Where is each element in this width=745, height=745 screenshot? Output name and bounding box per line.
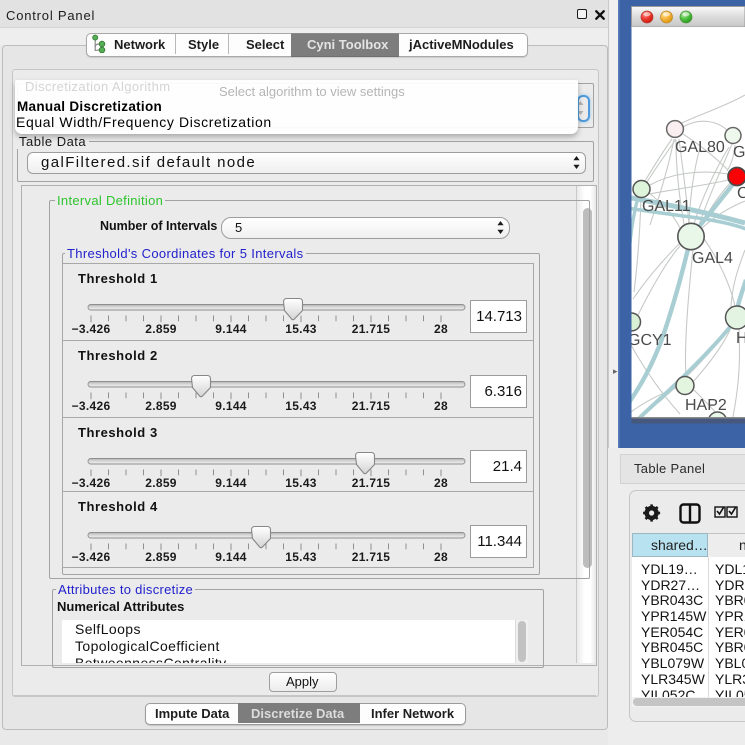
- svg-text:−3.426: −3.426: [72, 322, 111, 336]
- svg-text:2.859: 2.859: [145, 399, 177, 413]
- svg-text:15.43: 15.43: [285, 322, 317, 336]
- svg-text:2.859: 2.859: [145, 322, 177, 336]
- svg-text:21.715: 21.715: [352, 399, 391, 413]
- svg-text:GCY1: GCY1: [628, 332, 672, 349]
- svg-text:15.43: 15.43: [285, 550, 317, 564]
- svg-text:GAL4: GAL4: [692, 250, 733, 267]
- svg-text:H: H: [736, 330, 745, 347]
- svg-text:GAL80: GAL80: [675, 139, 725, 156]
- svg-text:15.43: 15.43: [285, 476, 317, 490]
- svg-text:9.144: 9.144: [215, 550, 247, 564]
- svg-text:−3.426: −3.426: [72, 399, 111, 413]
- svg-text:−3.426: −3.426: [72, 476, 111, 490]
- svg-text:−3.426: −3.426: [72, 550, 111, 564]
- svg-text:21.715: 21.715: [352, 550, 391, 564]
- svg-text:28: 28: [434, 550, 448, 564]
- svg-text:HAP2: HAP2: [685, 397, 727, 414]
- svg-text:15.43: 15.43: [285, 399, 317, 413]
- svg-text:28: 28: [434, 322, 448, 336]
- svg-text:21.715: 21.715: [352, 476, 391, 490]
- svg-text:2.859: 2.859: [145, 476, 177, 490]
- svg-text:28: 28: [434, 476, 448, 490]
- svg-text:GAL11: GAL11: [642, 198, 691, 215]
- svg-text:21.715: 21.715: [352, 322, 391, 336]
- svg-text:C: C: [737, 185, 745, 202]
- svg-text:9.144: 9.144: [215, 476, 247, 490]
- svg-text:9.144: 9.144: [215, 399, 247, 413]
- svg-text:28: 28: [434, 399, 448, 413]
- svg-text:2.859: 2.859: [145, 550, 177, 564]
- svg-text:9.144: 9.144: [215, 322, 247, 336]
- svg-text:GA: GA: [733, 144, 745, 161]
